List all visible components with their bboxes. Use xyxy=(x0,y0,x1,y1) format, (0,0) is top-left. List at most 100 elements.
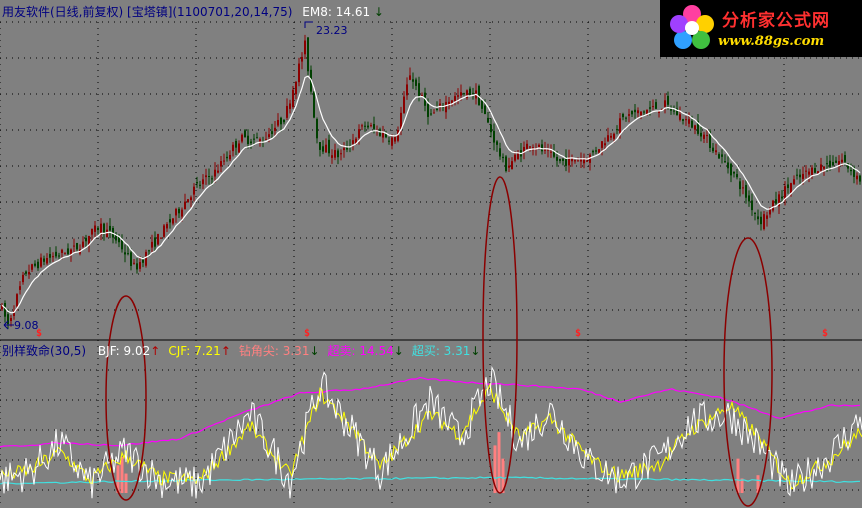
candle xyxy=(28,264,30,279)
candle xyxy=(751,193,753,216)
candle xyxy=(313,91,315,119)
candle xyxy=(52,252,54,262)
candle xyxy=(520,142,522,163)
candle xyxy=(244,128,246,138)
candle xyxy=(295,81,297,100)
candle xyxy=(325,138,327,153)
candle xyxy=(331,149,333,164)
candle xyxy=(688,112,690,128)
candle xyxy=(820,157,822,173)
candle xyxy=(55,246,57,259)
candle xyxy=(121,234,123,253)
candle xyxy=(562,158,564,166)
high-annotation: 23.23 xyxy=(304,21,348,37)
sub-item-label: BJF: xyxy=(97,344,120,358)
candle xyxy=(541,139,543,155)
sub-item-arrow-icon: ↑ xyxy=(150,344,161,358)
candle xyxy=(151,234,153,253)
candle xyxy=(439,99,441,112)
candle xyxy=(238,140,240,153)
candle xyxy=(163,223,165,238)
candle xyxy=(418,76,420,102)
candle xyxy=(685,115,687,126)
candle xyxy=(652,99,654,111)
candle xyxy=(199,180,201,189)
candle xyxy=(682,118,684,125)
candle xyxy=(499,142,501,160)
candle xyxy=(835,156,837,164)
high-price-label: 23.23 xyxy=(316,24,348,37)
candle xyxy=(625,116,627,122)
candle xyxy=(634,103,636,119)
candle xyxy=(457,88,459,105)
candle xyxy=(493,123,495,151)
candle xyxy=(136,258,138,274)
candle xyxy=(601,140,603,156)
candle xyxy=(412,72,414,89)
sub-item-label: CJF: xyxy=(168,344,191,358)
candle xyxy=(403,91,405,114)
candle xyxy=(34,260,36,268)
candle xyxy=(202,174,204,190)
candle xyxy=(736,168,738,180)
candle xyxy=(283,119,285,125)
ema-label: EM8: xyxy=(302,5,332,19)
candle xyxy=(232,142,234,157)
site-logo: 分析家公式网 www.88gs.com xyxy=(660,0,862,57)
candle xyxy=(73,238,75,253)
candle xyxy=(22,271,24,285)
signal-marker-icon: $ xyxy=(575,328,581,339)
candle xyxy=(193,183,195,202)
candle xyxy=(1,302,3,312)
candle xyxy=(787,177,789,194)
candle xyxy=(571,154,573,167)
candle xyxy=(814,162,816,174)
sub-item-value: 14.54 xyxy=(355,344,394,358)
stock-chart: $ $ $ $ 23.23 9.08 xyxy=(0,21,862,508)
candle xyxy=(676,101,678,116)
candle xyxy=(799,169,801,184)
histogram-bar xyxy=(497,432,501,493)
candle xyxy=(592,149,594,156)
indicator-params: [宝塔镇](1100701,20,14,75) xyxy=(127,5,293,19)
candle xyxy=(97,226,99,235)
stock-title: 用友软件(日线,前复权) xyxy=(2,5,124,19)
signal-marker-icon: $ xyxy=(304,328,310,339)
candle xyxy=(301,52,303,70)
highlight-ellipse-1 xyxy=(105,295,147,501)
ema-value: 14.61 xyxy=(335,5,371,19)
candle xyxy=(517,149,519,161)
sub-item-2: 钻角尖: 3.31↓ xyxy=(239,344,320,358)
candle xyxy=(343,142,345,158)
candle xyxy=(583,153,585,169)
candle xyxy=(226,151,228,162)
candle xyxy=(832,155,834,167)
candle xyxy=(391,134,393,150)
candle xyxy=(160,237,162,239)
candle xyxy=(466,89,468,100)
candle xyxy=(778,191,780,215)
sub-item-value: 3.31 xyxy=(439,344,471,358)
candle xyxy=(361,123,363,131)
candle xyxy=(607,127,609,142)
overbuy-line xyxy=(0,476,861,485)
candle xyxy=(616,125,618,135)
candle xyxy=(157,233,159,246)
candle xyxy=(277,113,279,128)
candle xyxy=(724,154,726,164)
flower-logo-icon xyxy=(670,5,714,49)
candle xyxy=(589,153,591,171)
candle xyxy=(265,131,267,140)
candle xyxy=(388,136,390,145)
candle xyxy=(235,138,237,155)
candle xyxy=(364,121,366,132)
candle xyxy=(166,222,168,233)
ema-arrow-icon: ↓ xyxy=(373,5,384,19)
main-chart-header: 用友软件(日线,前复权) [宝塔镇](1100701,20,14,75) EM8… xyxy=(2,3,384,20)
candle xyxy=(622,112,624,121)
candle xyxy=(733,171,735,178)
sub-item-0: BJF: 9.02↑ xyxy=(98,344,160,358)
candle xyxy=(124,244,126,263)
signal-markers: $ $ $ $ xyxy=(36,328,828,339)
candle xyxy=(793,175,795,185)
